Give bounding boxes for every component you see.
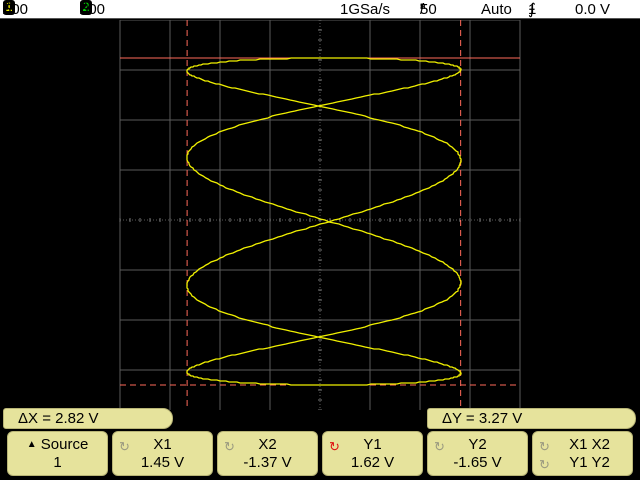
sample-rate: 1GSa/s — [340, 1, 391, 18]
delta-x-readout: ΔX = 2.82 V — [3, 408, 173, 429]
knob-icon: ↻ — [119, 439, 130, 454]
ch1-scale[interactable]: 1 500 mV/ — [3, 0, 28, 19]
y2-value: -1.65 V — [453, 454, 502, 471]
source-softkey[interactable]: ▲ Source 1 — [7, 431, 108, 476]
y1-softkey[interactable]: ↻ Y1 1.62 V — [322, 431, 423, 476]
trigger-mode[interactable]: Auto — [481, 0, 512, 19]
trigger-level[interactable]: 0.0 V — [575, 0, 610, 19]
cursor-pair-softkey[interactable]: ↻ ↻ X1 X2 Y1 Y2 — [532, 431, 633, 476]
ch2-scale[interactable]: 2 500 mV/ — [80, 0, 105, 19]
status-bar: 1 500 mV/ 2 500 mV/ 1GSa/s 50ns/ Auto ⨍1… — [0, 0, 640, 19]
x2-softkey[interactable]: ↻ X2 -1.37 V — [217, 431, 318, 476]
knob-icon: ↻ — [539, 457, 550, 472]
source-value: 1 — [53, 454, 62, 471]
knob-icon: ↻ — [224, 439, 235, 454]
knob-icon: ↻ — [434, 439, 445, 454]
timebase[interactable]: 50 n s / — [420, 0, 437, 19]
x2-value: -1.37 V — [243, 454, 292, 471]
y2-softkey[interactable]: ↻ Y2 -1.65 V — [427, 431, 528, 476]
knob-icon: ↻ — [539, 439, 550, 454]
x1-softkey[interactable]: ↻ X1 1.45 V — [112, 431, 213, 476]
y1-value: 1.62 V — [350, 454, 395, 471]
active-knob-icon: ↻ — [329, 439, 340, 454]
x1-value: 1.45 V — [140, 454, 185, 471]
source-label: Source — [40, 436, 89, 453]
graticule — [119, 20, 521, 410]
delta-y-readout: ΔY = 3.27 V — [427, 408, 636, 429]
up-arrow-icon: ▲ — [26, 439, 37, 450]
xy-display — [119, 20, 521, 410]
